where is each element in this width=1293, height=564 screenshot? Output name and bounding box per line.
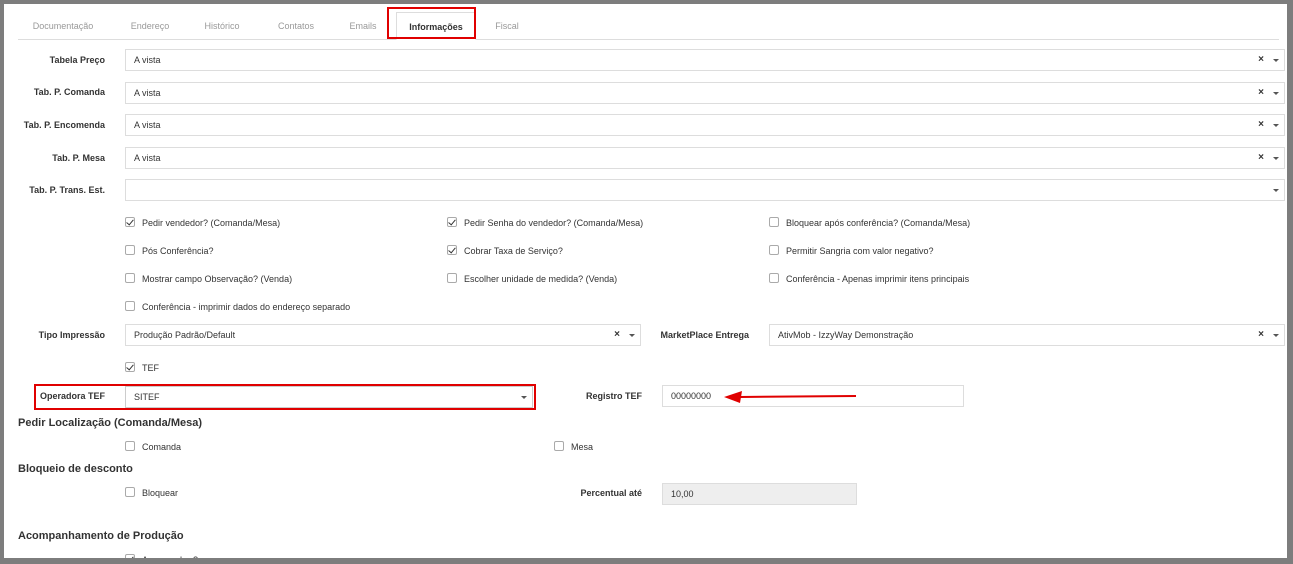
mostrar-obs-checkbox[interactable] [125,273,135,283]
pedir-vendedor-label: Pedir vendedor? (Comanda/Mesa) [142,218,281,228]
chevron-down-icon[interactable] [1273,157,1279,160]
tef-label: TEF [142,363,159,373]
tab-fiscal[interactable]: Fiscal [492,12,522,40]
tab-documentacao[interactable]: Documentação [28,12,98,40]
tab-bar: Documentação Endereço Histórico Contatos… [18,12,1279,40]
conf-apenas-checkbox[interactable] [769,273,779,283]
tipo-impressao-select[interactable]: Produção Padrão/Default × [125,324,641,346]
operadora-tef-label: Operadora TEF [39,391,105,401]
tab-p-comanda-value: A vista [134,88,161,98]
chevron-down-icon[interactable] [1273,189,1279,192]
tab-p-mesa-label: Tab. P. Mesa [52,153,105,163]
chevron-down-icon[interactable] [1273,334,1279,337]
comanda-checkbox[interactable] [125,441,135,451]
tab-highlight-box [387,7,476,39]
tab-p-mesa-value: A vista [134,153,161,163]
close-icon[interactable]: × [1258,50,1264,70]
red-arrow-head [724,391,742,403]
marketplace-entrega-value: AtivMob - IzzyWay Demonstração [778,330,914,340]
acompanhar-checkbox[interactable] [125,554,135,558]
tab-p-encomenda-value: A vista [134,120,161,130]
mesa-checkbox[interactable] [554,441,564,451]
pedir-senha-checkbox[interactable] [447,217,457,227]
tab-p-trans-est-label: Tab. P. Trans. Est. [29,185,105,195]
pos-conferencia-checkbox[interactable] [125,245,135,255]
tabela-preco-select[interactable]: A vista × [125,49,1285,71]
close-icon[interactable]: × [614,325,620,345]
chevron-down-icon[interactable] [629,334,635,337]
chevron-down-icon[interactable] [1273,59,1279,62]
percentual-ate-label: Percentual até [580,488,642,498]
pedir-vendedor-checkbox[interactable] [125,217,135,227]
tab-historico[interactable]: Histórico [194,12,250,40]
mostrar-obs-label: Mostrar campo Observação? (Venda) [142,274,293,284]
tef-checkbox[interactable] [125,362,135,372]
bloquear-apos-label: Bloquear após conferência? (Comanda/Mesa… [786,218,971,228]
tab-p-trans-est-select[interactable] [125,179,1285,201]
cobrar-taxa-label: Cobrar Taxa de Serviço? [464,246,563,256]
pos-conferencia-label: Pós Conferência? [142,246,214,256]
red-arrow-annotation [724,391,857,403]
conf-imprimir-checkbox[interactable] [125,301,135,311]
conf-apenas-label: Conferência - Apenas imprimir itens prin… [786,274,970,284]
mesa-label: Mesa [571,442,594,452]
window-frame: Documentação Endereço Histórico Contatos… [0,0,1293,564]
tab-p-encomenda-label: Tab. P. Encomenda [23,120,105,130]
red-arrow-shaft [739,395,857,398]
pedir-localizacao-heading: Pedir Localização (Comanda/Mesa) [18,417,202,429]
close-icon[interactable]: × [1258,325,1264,345]
operadora-tef-value: SITEF [134,392,160,402]
close-icon[interactable]: × [1258,83,1264,103]
tab-p-mesa-select[interactable]: A vista × [125,147,1285,169]
bloquear-checkbox[interactable] [125,487,135,497]
tabela-preco-value: A vista [134,55,161,65]
tab-emails[interactable]: Emails [340,12,386,40]
acompanhar-label: Acompanhar? [142,555,199,564]
marketplace-entrega-select[interactable]: AtivMob - IzzyWay Demonstração × [769,324,1285,346]
escolher-unidade-label: Escolher unidade de medida? (Venda) [464,274,618,284]
chevron-down-icon[interactable] [521,396,527,399]
tab-endereco[interactable]: Endereço [122,12,178,40]
percentual-ate-value: 10,00 [671,489,694,499]
bloqueio-desconto-heading: Bloqueio de desconto [18,463,133,475]
close-icon[interactable]: × [1258,148,1264,168]
tab-p-comanda-select[interactable]: A vista × [125,82,1285,104]
tab-p-comanda-label: Tab. P. Comanda [33,87,105,97]
acompanhamento-heading: Acompanhamento de Produção [18,530,184,542]
permitir-sangria-label: Permitir Sangria com valor negativo? [786,246,934,256]
bloquear-label: Bloquear [142,488,179,498]
registro-tef-label: Registro TEF [585,391,642,401]
marketplace-entrega-label: MarketPlace Entrega [660,330,749,340]
chevron-down-icon[interactable] [1273,92,1279,95]
tab-p-encomenda-select[interactable]: A vista × [125,114,1285,136]
tipo-impressao-value: Produção Padrão/Default [134,330,236,340]
operadora-tef-select[interactable]: SITEF [125,386,533,408]
comanda-label: Comanda [142,442,182,452]
chevron-down-icon[interactable] [1273,124,1279,127]
percentual-ate-input[interactable]: 10,00 [662,483,857,505]
registro-tef-value: 00000000 [671,391,712,401]
tabela-preco-label: Tabela Preço [49,55,105,65]
close-icon[interactable]: × [1258,115,1264,135]
conf-imprimir-label: Conferência - imprimir dados do endereço… [142,302,351,312]
tab-contatos[interactable]: Contatos [268,12,324,40]
escolher-unidade-checkbox[interactable] [447,273,457,283]
pedir-senha-label: Pedir Senha do vendedor? (Comanda/Mesa) [464,218,644,228]
tipo-impressao-label: Tipo Impressão [38,330,105,340]
bloquear-apos-checkbox[interactable] [769,217,779,227]
permitir-sangria-checkbox[interactable] [769,245,779,255]
cobrar-taxa-checkbox[interactable] [447,245,457,255]
